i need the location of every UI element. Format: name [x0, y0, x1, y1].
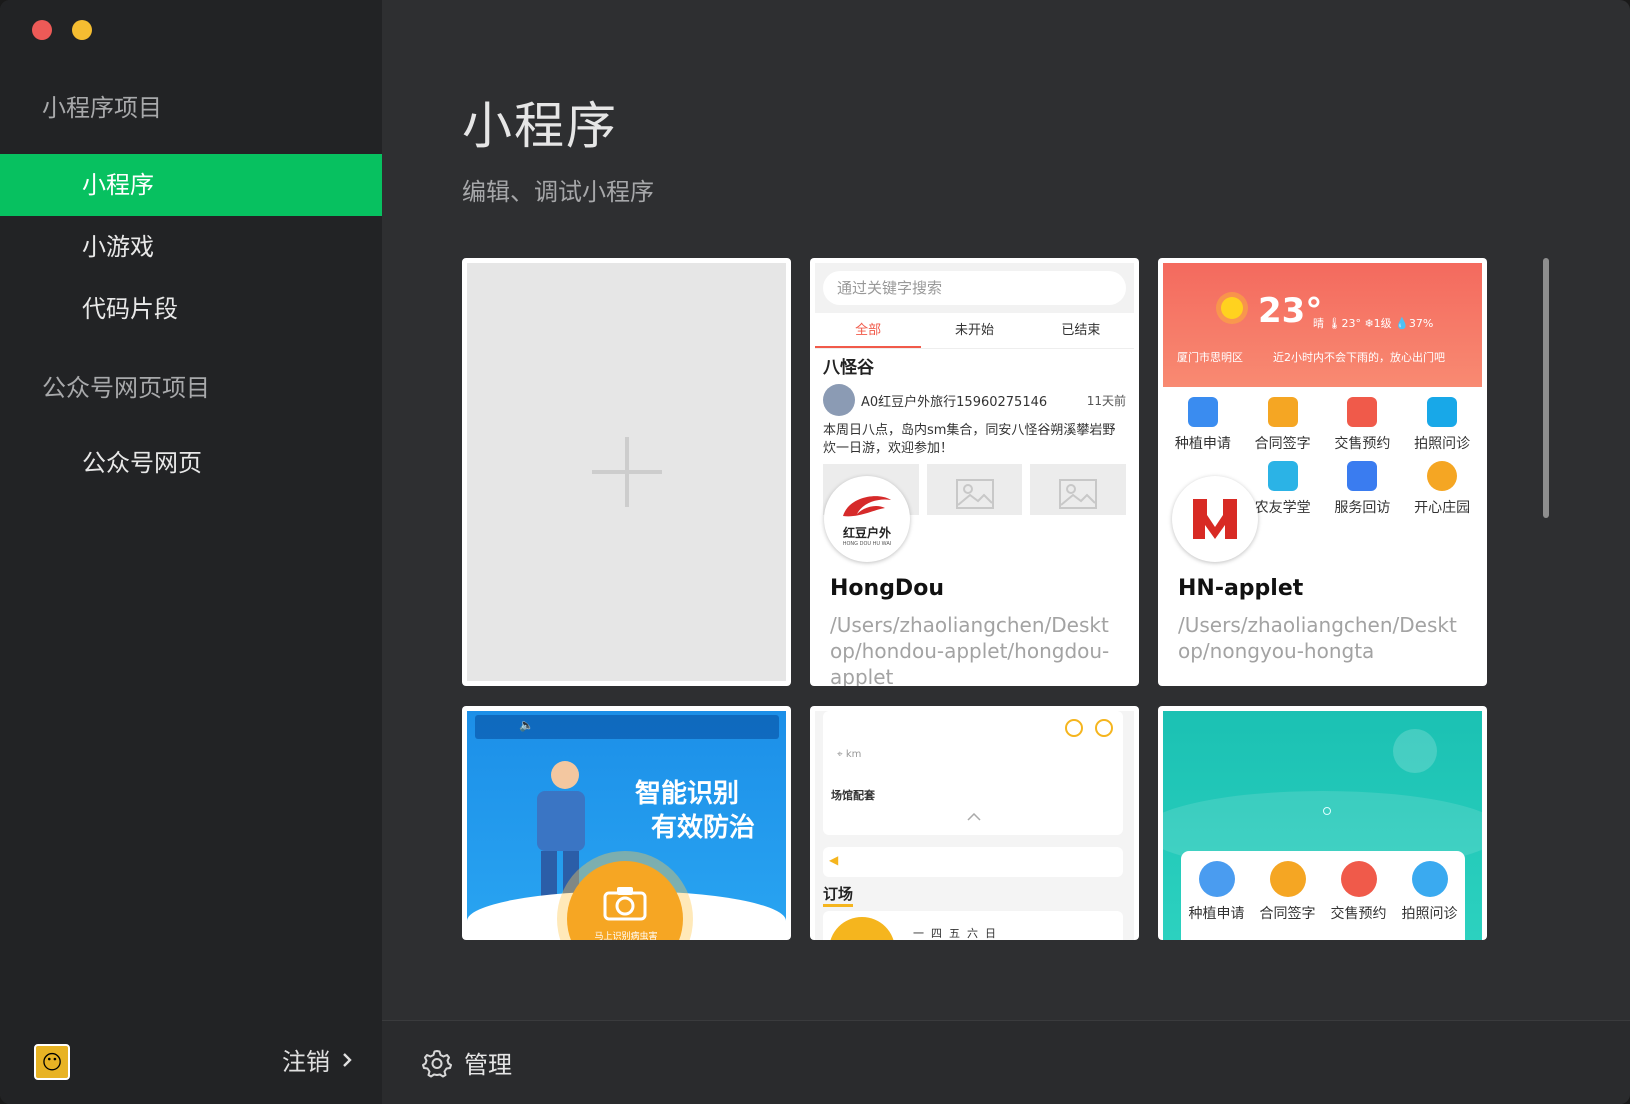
- scrollbar[interactable]: [1543, 258, 1549, 518]
- grid-item: 拍照问诊: [1394, 861, 1465, 923]
- app-window: 小程序项目 小程序 小游戏 代码片段 公众号网页项目 公众号网页 😶 注销 小程…: [0, 0, 1630, 1104]
- grid-item: 交售预约: [1323, 861, 1394, 923]
- create-project-card[interactable]: [462, 258, 791, 686]
- preview-section-title: 八怪谷: [823, 358, 874, 378]
- sidebar-item-minigame[interactable]: 小游戏: [0, 216, 382, 278]
- preview-search-field: 通过关键字搜索: [823, 271, 1126, 305]
- preview-cta: 马上识别病虫害: [594, 932, 658, 940]
- logout-label: 注销: [282, 1048, 330, 1076]
- preview-distance: ⌖ km: [837, 749, 862, 760]
- grid-item: 种植申请: [1181, 861, 1252, 923]
- sidebar-item-code-snippet[interactable]: 代码片段: [0, 278, 382, 340]
- camera-icon: [1427, 397, 1458, 427]
- project-card-pest-recognition[interactable]: 🔈 智能识别 有效防治 马上识别病虫害: [462, 706, 791, 940]
- image-placeholder-icon: [926, 464, 1023, 515]
- preview-headline-1: 智能识别: [635, 779, 740, 809]
- bottom-bar: 管理: [382, 1020, 1630, 1104]
- announcement-icon: ◀: [829, 853, 839, 867]
- grid-item: 种植申请: [1163, 397, 1243, 453]
- project-logo: [1172, 476, 1258, 562]
- planting-icon: [1187, 397, 1218, 427]
- sidebar: 小程序项目 小程序 小游戏 代码片段 公众号网页项目 公众号网页 😶 注销: [0, 0, 382, 1104]
- image-placeholder-icon: [1030, 464, 1127, 515]
- close-window-button[interactable]: [32, 20, 52, 40]
- planting-icon: [1198, 861, 1235, 897]
- avatar[interactable]: 😶: [34, 1044, 70, 1080]
- preview-tab: 未开始: [954, 323, 994, 338]
- project-name: HongDou: [830, 576, 944, 601]
- preview-tab: 已结束: [1061, 323, 1101, 338]
- emoji-face-icon: 😶: [41, 1050, 63, 1074]
- camera-icon: [1411, 861, 1448, 897]
- alarm-icon: [1340, 861, 1377, 897]
- grid-item: 交售预约: [1323, 397, 1403, 453]
- navigate-icon: [1095, 719, 1113, 737]
- project-name: HN-applet: [1178, 576, 1304, 601]
- sidebar-item-official-account-webpage[interactable]: 公众号网页: [0, 432, 382, 494]
- preview-booking-title: 订场: [823, 883, 854, 907]
- sun-icon: [1221, 297, 1243, 319]
- contract-icon: [1269, 861, 1306, 897]
- plus-icon: [591, 437, 662, 507]
- contract-icon: [1267, 397, 1298, 427]
- section-title-miniprogram-projects: 小程序项目: [42, 94, 162, 122]
- video-icon: [1267, 461, 1298, 491]
- service-icon: [1347, 461, 1378, 491]
- preview-location: 厦门市思明区: [1177, 351, 1243, 364]
- project-card-venue-booking[interactable]: ⌖ km 场馆配套 ◀ 订场 一 四 五 六 日: [810, 706, 1139, 940]
- grid-item: 合同签字: [1252, 861, 1323, 923]
- grid-item: 服务回访: [1323, 461, 1403, 515]
- manage-label: 管理: [464, 1051, 512, 1079]
- manage-button[interactable]: 管理: [422, 1045, 512, 1080]
- chevron-up-icon: [967, 813, 981, 821]
- logo-text: 红豆户外: [842, 525, 891, 540]
- sidebar-item-miniprogram[interactable]: 小程序: [0, 154, 382, 216]
- preview-headline-2: 有效防治: [651, 813, 756, 843]
- logout-button[interactable]: 注销: [282, 1042, 352, 1077]
- preview-author: A0红豆户外旅行15960275146: [861, 394, 1048, 410]
- project-path: /Users/zhaoliangchen/Desktop/hondou-appl…: [830, 613, 1110, 686]
- minimize-window-button[interactable]: [72, 20, 92, 40]
- speaker-icon: 🔈: [519, 718, 534, 732]
- hongdou-logo-icon: [843, 495, 891, 516]
- preview-time: 11天前: [1086, 393, 1126, 408]
- preview-description: 本周日八点，岛内sm集合，同安八怪谷朔溪攀岩野炊一日游，欢迎参加！: [823, 423, 1116, 456]
- project-preview: ⌖ km 场馆配套 ◀ 订场 一 四 五 六 日: [815, 711, 1134, 940]
- grid-item: 合同签字: [1243, 397, 1323, 453]
- preview-weekdays: 一 四 五 六 日: [913, 927, 996, 940]
- camera-icon: [603, 887, 647, 921]
- preview-tip: 近2小时内不会下雨的，放心出门吧: [1273, 351, 1445, 364]
- project-preview: 种植申请 合同签字 交售预约 拍照问诊: [1163, 711, 1482, 940]
- preview-venue: 场馆配套: [831, 789, 875, 802]
- booking-icon: [1347, 397, 1378, 427]
- farm-icon: [1427, 461, 1458, 491]
- gear-icon: [422, 1049, 452, 1077]
- preview-author-avatar: [823, 384, 855, 416]
- hn-logo-icon: [1193, 499, 1237, 539]
- project-preview: 🔈 智能识别 有效防治 马上识别病虫害: [467, 711, 786, 940]
- project-path: /Users/zhaoliangchen/Desktop/nongyou-hon…: [1178, 613, 1457, 663]
- section-title-official-account-projects: 公众号网页项目: [42, 374, 210, 402]
- project-card-agri-service[interactable]: 种植申请 合同签字 交售预约 拍照问诊: [1158, 706, 1487, 940]
- phone-icon: [1065, 719, 1083, 737]
- grid-item: 开心庄园: [1402, 461, 1482, 515]
- chevron-right-icon: [343, 1052, 352, 1067]
- preview-tab: 全部: [815, 313, 922, 348]
- page-title: 小程序: [462, 97, 618, 155]
- logo-subtext: HONG DOU HU WAI: [842, 540, 892, 547]
- loading-icon: [1323, 807, 1331, 815]
- project-card-hn-applet[interactable]: 23° 晴 🌡23° ❄1级 💧37% 厦门市思明区 近2小时内不会下雨的，放心…: [1158, 258, 1487, 686]
- preview-weather: 晴 🌡23° ❄1级 💧37%: [1313, 317, 1434, 330]
- grid-item: 拍照问诊: [1402, 397, 1482, 453]
- project-card-hongdou[interactable]: 通过关键字搜索 全部 未开始 已结束 八怪谷 A0红豆户外旅行159602751…: [810, 258, 1139, 686]
- page-subtitle: 编辑、调试小程序: [462, 178, 654, 206]
- preview-notice-bar: 🔈: [475, 715, 779, 739]
- project-logo: 红豆户外 HONG DOU HU WAI: [824, 476, 910, 562]
